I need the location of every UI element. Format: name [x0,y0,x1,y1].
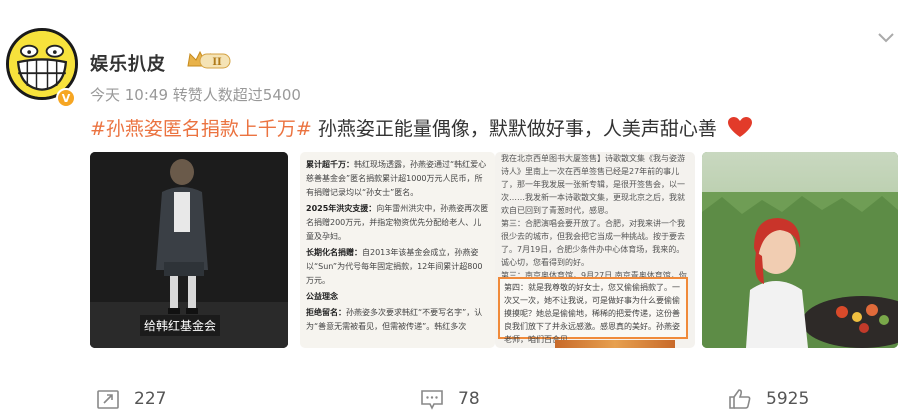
post-body: 孙燕姿正能量偶像，默默做好事，人美声甜心善 [311,118,717,140]
post-time[interactable]: 今天 10:49 [90,86,168,104]
red-heart-icon [727,117,752,137]
thumbs-up-icon [729,389,751,409]
chevron-down-icon[interactable] [876,30,896,44]
decorative-strip [555,340,675,348]
post-image-1[interactable]: 给韩红基金会 [90,152,288,348]
repost-button[interactable]: 227 [96,388,166,410]
comment-count: 78 [458,389,480,409]
doc-heading-3: 长期化名捐赠： [306,248,362,257]
post-image-2[interactable]: 累计超千万：韩红现场透露，孙燕姿通过“韩红爱心慈善基金会”匿名捐款累计超1000… [300,152,495,348]
action-bar: 227 78 5925 [0,380,904,417]
post-meta: 今天 10:49 转赞人数超过5400 [90,84,301,105]
doc-heading-1: 累计超千万： [306,160,354,169]
image-caption: 给韩红基金会 [140,315,221,336]
verified-badge-icon: V [56,88,76,108]
doc-heading-2: 2025年洪灾支援： [306,204,377,213]
hashtag-link[interactable]: #孙燕姿匿名捐款上千万# [90,118,312,140]
like-count: 5925 [766,389,810,409]
doc-heading-5: 拒绝留名： [306,308,346,317]
highlighted-text-box: 第四：就是我尊敬的好女士，您又偷偷捐款了。一次又一次，她不让我说，可是做好事为什… [498,277,688,344]
doc-heading-4: 公益理念 [306,292,338,301]
repost-icon [97,390,119,409]
like-button[interactable]: 5925 [728,388,809,410]
level-badge-icon: II [187,50,231,69]
post-text: #孙燕姿匿名捐款上千万# 孙燕姿正能量偶像，默默做好事，人美声甜心善 [90,114,753,141]
portrait-photo-icon [702,152,898,348]
comment-icon [421,390,443,410]
verified-badge-label: V [61,91,71,105]
letter-paragraph-mid: 第三：合肥演唱会要开放了。合肥，对我来讲一个我很少去的城市，但我会把它当成一种挑… [501,219,685,267]
repost-count: 227 [134,389,167,409]
account-name[interactable]: 娱乐扒皮 [90,50,166,76]
comment-button[interactable]: 78 [420,388,480,410]
post-image-3[interactable]: 我在北京西单图书大厦签售】诗歌散文集《我与姿游诗人》里南上一次在西单签售已经是2… [495,152,695,348]
likes-summary: 转赞人数超过5400 [172,86,301,104]
document-text: 累计超千万：韩红现场透露，孙燕姿通过“韩红爱心慈善基金会”匿名捐款累计超1000… [306,158,489,336]
level-badge-text: II [212,57,222,68]
letter-paragraph-top: 我在北京西单图书大厦签售】诗歌散文集《我与姿游诗人》里南上一次在西单签售已经是2… [501,154,685,215]
post-image-4[interactable] [702,152,898,348]
letter-text: 我在北京西单图书大厦签售】诗歌散文集《我与姿游诗人》里南上一次在西单签售已经是2… [501,152,689,295]
